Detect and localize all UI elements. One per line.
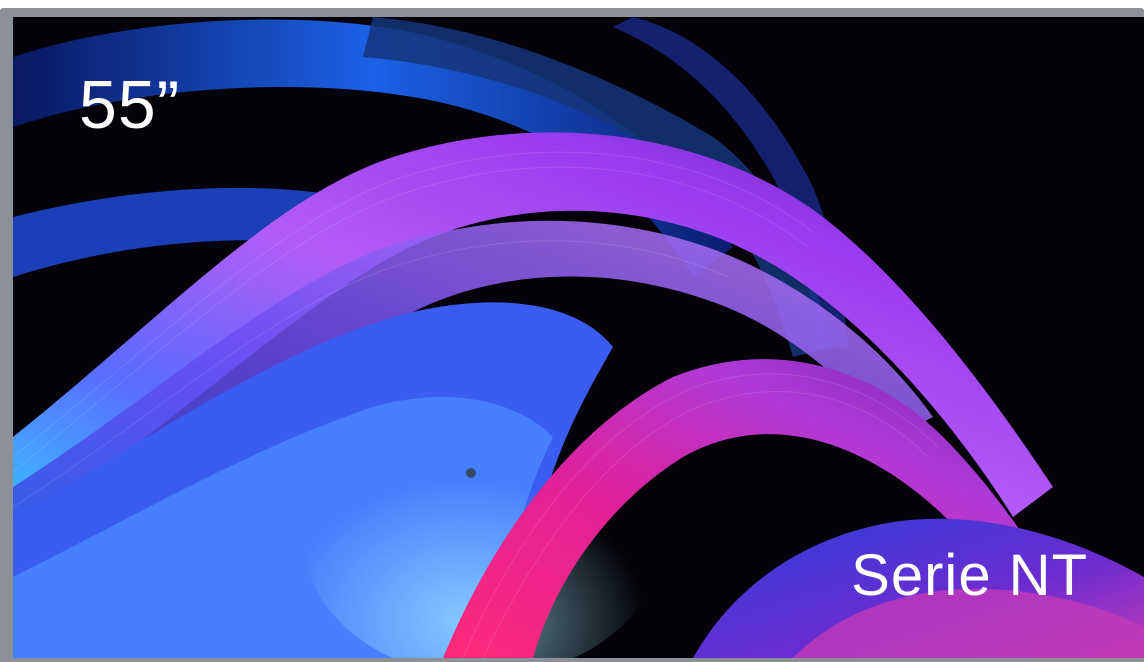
tv-screen: 55” Serie NT [13,17,1144,658]
screen-size-label: 55” [79,67,181,143]
tv-frame: 55” Serie NT [0,8,1144,662]
series-label: Serie NT [851,543,1088,608]
